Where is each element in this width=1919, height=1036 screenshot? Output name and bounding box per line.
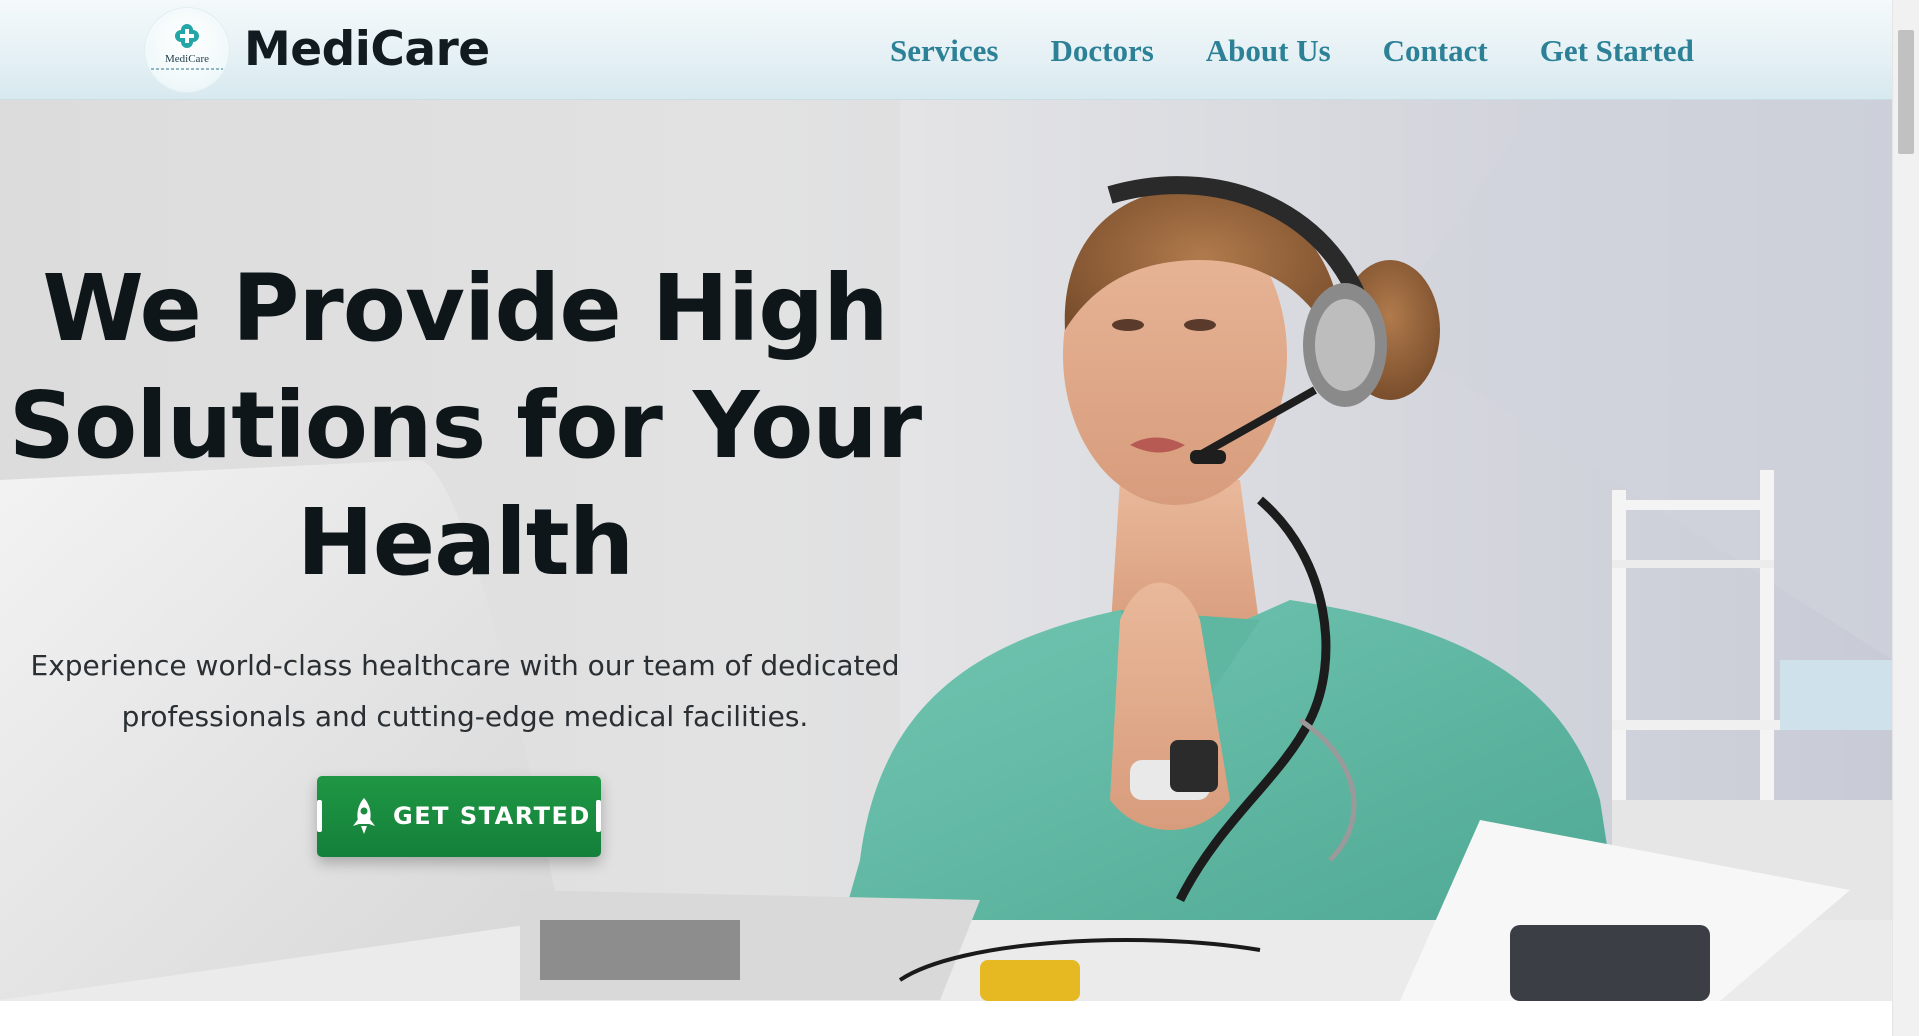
scrollbar-thumb[interactable] — [1898, 30, 1914, 154]
nav-link-about-us[interactable]: About Us — [1206, 30, 1331, 72]
nav-link-get-started[interactable]: Get Started — [1540, 30, 1694, 72]
logo-tagline-decoration — [151, 68, 223, 70]
hero-content: We Provide High Solutions for Your Healt… — [0, 100, 930, 1001]
hero-title: We Provide High Solutions for Your Healt… — [8, 255, 922, 596]
nav-link-contact[interactable]: Contact — [1383, 30, 1488, 72]
button-edge-right — [596, 800, 601, 832]
navbar: MediCare MediCare Services Doctors About… — [0, 0, 1892, 100]
rocket-icon — [353, 798, 375, 834]
brand-name[interactable]: MediCare — [244, 20, 490, 80]
nav-link-doctors[interactable]: Doctors — [1050, 30, 1153, 72]
main-nav: Services Doctors About Us Contact Get St… — [890, 30, 1694, 72]
vertical-scrollbar[interactable] — [1892, 0, 1919, 1036]
get-started-label: GET STARTED — [393, 802, 591, 830]
page: MediCare MediCare Services Doctors About… — [0, 0, 1919, 1036]
logo[interactable]: MediCare — [145, 8, 229, 92]
nav-link-services[interactable]: Services — [890, 30, 998, 72]
hero-section: We Provide High Solutions for Your Healt… — [0, 100, 1892, 1001]
medical-cross-icon — [175, 24, 199, 48]
button-edge-left — [317, 800, 322, 832]
logo-text: MediCare — [165, 53, 209, 65]
get-started-button[interactable]: GET STARTED — [317, 776, 601, 857]
hero-subtitle: Experience world-class healthcare with o… — [30, 649, 900, 733]
